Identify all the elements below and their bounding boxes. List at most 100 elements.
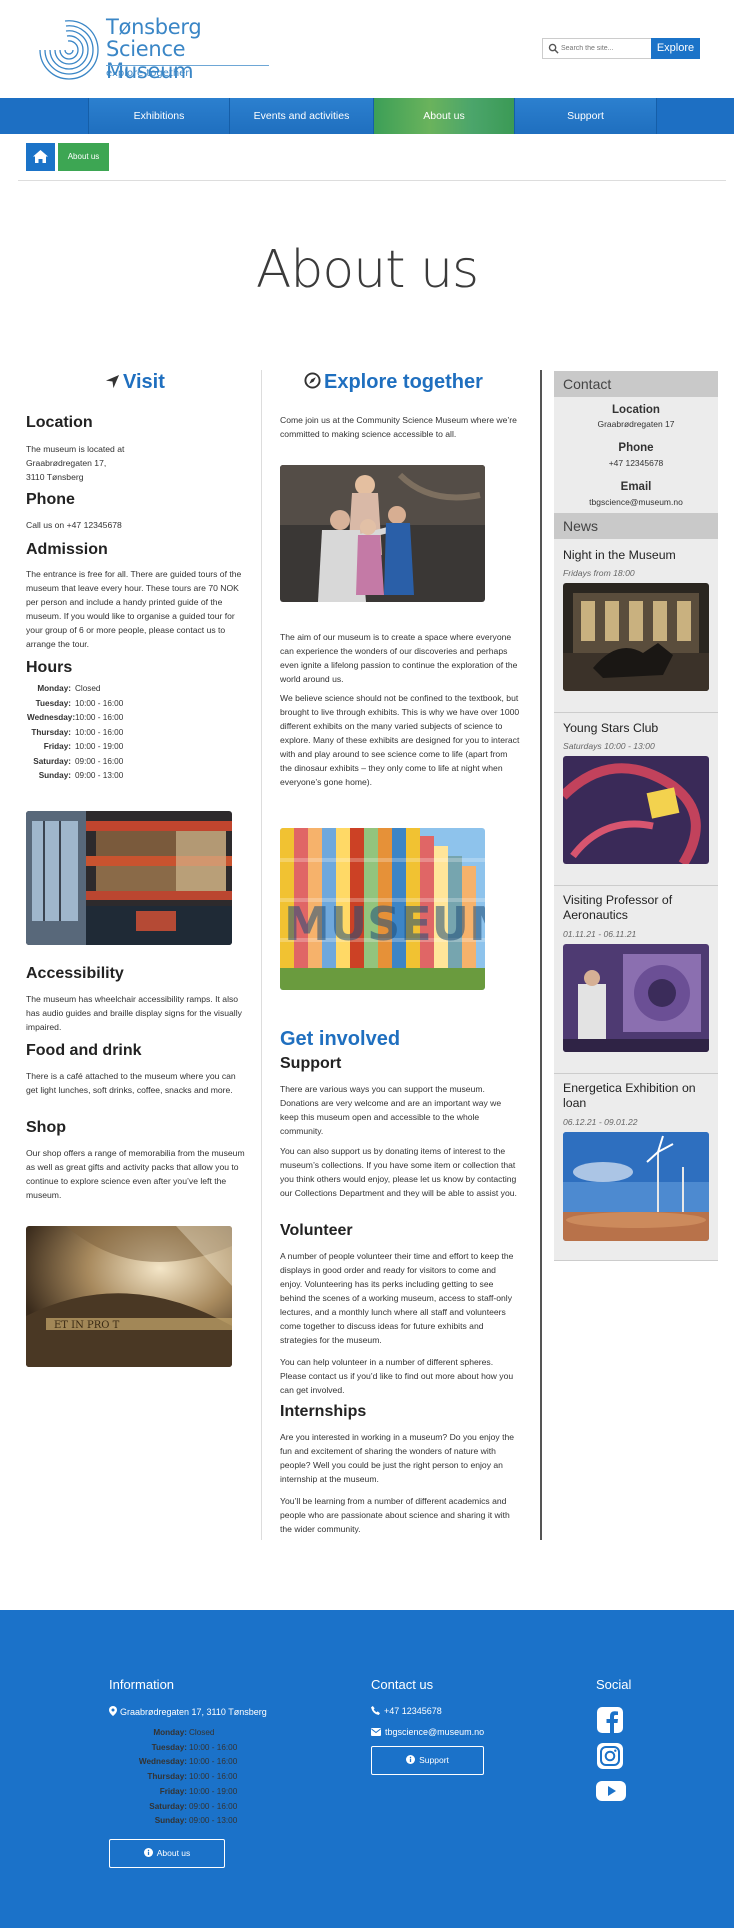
contact-location-value: Graabrødregaten 17 <box>597 419 675 429</box>
opening-hours-list: Monday: Closed Tuesday: 10:00 - 16:00 Wedn… <box>27 682 123 784</box>
breadcrumb-divider <box>18 180 726 181</box>
envelope-icon <box>371 1728 381 1736</box>
phone-icon <box>371 1706 380 1715</box>
location-arrow-icon <box>105 374 120 389</box>
hours-row: Saturday: 09:00 - 16:00 <box>149 1801 238 1811</box>
hours-row: Sunday: 09:00 - 13:00 <box>154 1816 238 1826</box>
contact-panel-heading: Contact <box>554 371 718 397</box>
spiral-logo-icon <box>39 20 99 80</box>
instagram-icon[interactable] <box>596 1742 626 1772</box>
nav-item-events[interactable]: Events and activities <box>229 98 373 134</box>
search-field[interactable] <box>542 38 652 59</box>
museum-logo[interactable]: Tønsberg Science Museum explore together <box>38 10 273 82</box>
map-marker-icon <box>109 1706 117 1716</box>
contact-phone-label: Phone <box>618 442 654 454</box>
column-divider <box>261 370 262 1540</box>
search-input[interactable] <box>561 41 649 56</box>
news-young-stars-photo[interactable] <box>563 756 709 864</box>
home-icon <box>33 150 48 163</box>
admission-text: The entrance is free for all. There are … <box>26 569 242 649</box>
location-heading: Location <box>26 414 93 431</box>
visit-heading: Visit <box>105 371 165 394</box>
page-title: About us <box>255 240 479 300</box>
museum-sign-photo: MUSEUM <box>280 828 485 990</box>
site-header: Tønsberg Science Museum explore together… <box>0 0 734 98</box>
internships-text-2: You’ll be learning from a number of diff… <box>280 1496 510 1534</box>
museum-aim-text: The aim of our museum is to create a spa… <box>280 632 518 684</box>
hours-row: Friday: 10:00 - 19:00 <box>159 1786 238 1796</box>
volunteer-text-1: A number of people volunteer their time … <box>280 1251 514 1345</box>
hours-row: Tuesday: 10:00 - 16:00 <box>151 1742 238 1752</box>
breadcrumb-home-button[interactable] <box>26 143 55 171</box>
news-night-photo[interactable] <box>563 583 709 691</box>
footer-support-button[interactable]: Support <box>371 1746 484 1775</box>
volunteer-text-2: You can help volunteer in a number of di… <box>280 1357 514 1395</box>
volunteer-heading: Volunteer <box>280 1222 353 1239</box>
hours-row: Wednesday: 10:00 - 16:00 <box>138 1757 238 1767</box>
food-heading: Food and drink <box>26 1042 142 1059</box>
nav-item-support[interactable]: Support <box>514 98 657 134</box>
hours-row: Friday: 10:00 - 19:00 <box>43 742 124 751</box>
hours-row: Thursday: 10:00 - 16:00 <box>31 727 124 737</box>
news-item-title[interactable]: Energetica Exhibition on loan <box>563 1081 713 1111</box>
news-item-title[interactable]: Young Stars Club <box>563 721 713 736</box>
nav-item-about-us[interactable]: About us <box>373 98 514 134</box>
museum-belief-text: We believe science should not be confine… <box>280 693 520 787</box>
column-divider <box>540 370 542 1540</box>
footer-contact-heading: Contact us <box>371 1677 434 1692</box>
footer-email[interactable]: tbgscience@museum.no <box>371 1727 484 1737</box>
news-item-title[interactable]: Night in the Museum <box>563 548 713 563</box>
footer-social-heading: Social <box>596 1677 632 1692</box>
footer-about-button[interactable]: About us <box>109 1839 225 1868</box>
contact-email-label: Email <box>620 481 652 493</box>
hours-row: Monday: Closed <box>153 1728 215 1737</box>
support-heading: Support <box>280 1055 342 1072</box>
shop-heading: Shop <box>26 1119 66 1136</box>
footer-address: Graabrødregaten 17, 3110 Tønsberg <box>109 1706 267 1717</box>
news-energetica-photo[interactable] <box>563 1132 709 1241</box>
info-icon <box>406 1755 416 1764</box>
footer-hours-list: Monday: Closed Tuesday: 10:00 - 16:00 Wedn… <box>109 1726 237 1829</box>
hours-row: Tuesday: 10:00 - 16:00 <box>35 698 124 708</box>
news-item-date: 06.12.21 - 09.01.22 <box>563 1117 638 1127</box>
explore-search-button[interactable]: Explore <box>651 38 700 59</box>
breadcrumb-current[interactable]: About us <box>58 143 109 171</box>
youtube-icon[interactable] <box>596 1779 626 1809</box>
family-photo <box>280 465 485 602</box>
hours-row: Saturday: 09:00 - 16:00 <box>33 756 124 766</box>
contact-email-value[interactable]: tbgscience@museum.no <box>554 497 718 507</box>
news-panel-heading: News <box>554 513 718 539</box>
compass-icon <box>304 372 321 389</box>
news-item-date: Fridays from 18:00 <box>563 568 635 578</box>
nav-item-exhibitions[interactable]: Exhibitions <box>88 98 229 134</box>
news-divider <box>554 1073 718 1074</box>
news-divider <box>554 712 718 713</box>
news-item-title[interactable]: Visiting Professor of Aeronautics <box>563 893 713 923</box>
hours-row: Wednesday: 10:00 - 16:00 <box>27 713 124 722</box>
hours-row: Sunday: 09:00 - 13:00 <box>38 771 124 780</box>
contact-phone-value[interactable]: +47 12345678 <box>554 458 718 468</box>
news-divider <box>554 885 718 886</box>
support-text-1: There are various ways you can support t… <box>280 1084 502 1136</box>
search-icon <box>548 43 559 54</box>
phone-heading: Phone <box>26 491 75 508</box>
news-item-date: 01.11.21 - 06.11.21 <box>563 929 637 939</box>
support-text-2: You can also support us by donating item… <box>280 1146 517 1198</box>
accessibility-text: The museum has wheelchair accessibility … <box>26 994 242 1032</box>
news-item-date: Saturdays 10:00 - 13:00 <box>563 741 655 751</box>
footer-phone[interactable]: +47 12345678 <box>371 1706 442 1716</box>
accessibility-heading: Accessibility <box>26 965 124 982</box>
get-involved-heading: Get involved <box>280 1028 401 1050</box>
contact-location-label: Location <box>612 404 660 416</box>
location-text: The museum is located at Graabrødregaten … <box>26 444 125 482</box>
inscription-text: ET IN PRO T <box>54 1320 120 1331</box>
news-aeronautics-photo[interactable] <box>563 944 709 1052</box>
museum-interior-photo <box>26 811 232 945</box>
main-nav: Exhibitions Events and activities About … <box>0 98 734 134</box>
info-icon <box>143 1848 153 1857</box>
shop-text: Our shop offers a range of memorabilia f… <box>26 1148 245 1200</box>
hours-heading: Hours <box>26 659 73 676</box>
facebook-icon[interactable] <box>596 1706 626 1736</box>
food-text: There is a café attached to the museum w… <box>26 1071 236 1095</box>
footer-information-heading: Information <box>109 1677 175 1692</box>
